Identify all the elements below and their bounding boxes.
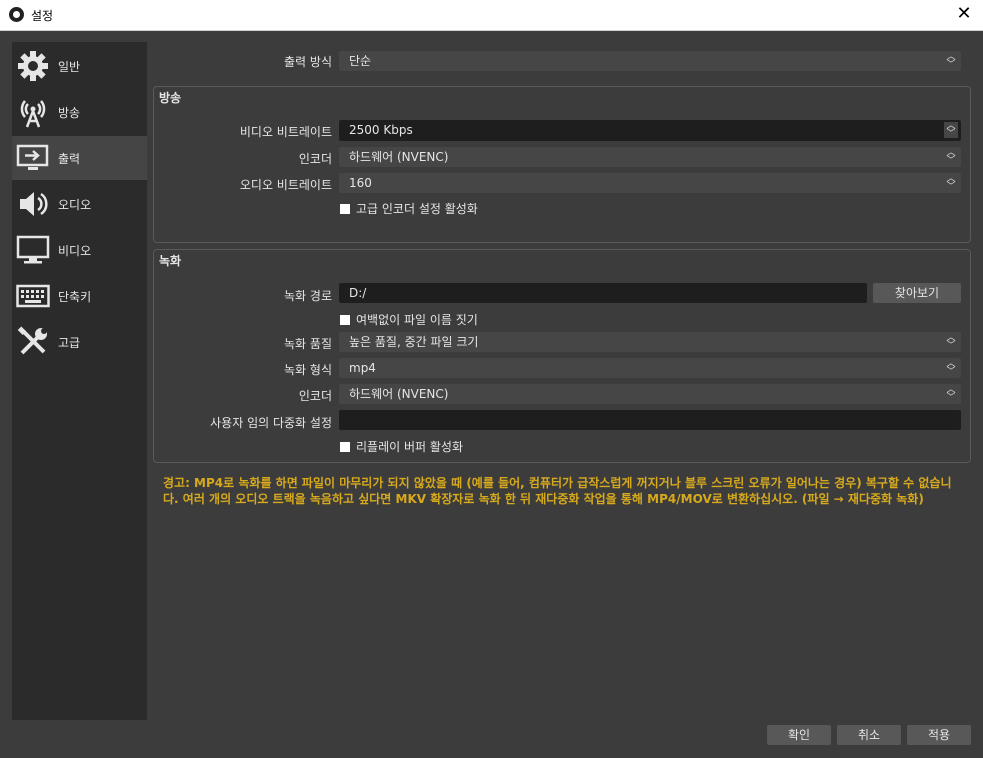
broadcast-icon [16,95,50,129]
no-space-filename-label: 여백없이 파일 이름 짓기 [356,313,478,327]
custom-muxer-input[interactable] [339,410,961,430]
output-mode-label: 출력 방식 [284,55,332,69]
output-mode-select[interactable]: 단순 ︿ ﹀ [339,51,961,71]
gear-icon [16,49,50,83]
recording-format-select[interactable]: mp4 ︿ ﹀ [339,358,961,378]
sidebar-item-label: 고급 [58,335,81,350]
title-bar: 설정 ✕ [0,0,983,31]
video-bitrate-label: 비디오 비트레이트 [239,125,332,139]
speaker-icon [16,187,50,221]
output-icon [16,141,50,175]
chevron-updown-icon: ︿ ﹀ [946,359,956,377]
audio-bitrate-value: 160 [349,176,372,190]
window-title: 설정 [31,9,54,23]
sidebar-item-label: 방송 [58,105,81,120]
chevron-updown-icon: ︿ ﹀ [946,174,956,192]
sidebar-item-advanced[interactable]: 고급 [12,320,147,364]
sidebar-item-label: 단축키 [58,289,92,304]
replay-buffer-label: 리플레이 버퍼 활성화 [356,440,463,454]
obs-logo-icon [9,7,24,22]
audio-bitrate-label: 오디오 비트레이트 [239,178,332,192]
settings-sidebar: 일반 방송 출력 오디오 비디오 단축키 고급 [12,42,147,720]
recording-quality-value: 높은 품질, 중간 파일 크기 [349,335,479,349]
replay-buffer-checkbox[interactable]: 리플레이 버퍼 활성화 [340,438,463,455]
close-icon[interactable]: ✕ [953,3,975,25]
output-mode-value: 단순 [349,54,372,68]
recording-path-label: 녹화 경로 [284,289,332,303]
checkbox-box[interactable] [340,314,350,325]
sidebar-item-hotkeys[interactable]: 단축키 [12,274,147,318]
ok-button[interactable]: 확인 [767,725,831,745]
stream-encoder-select[interactable]: 하드웨어 (NVENC) ︿ ﹀ [339,147,961,167]
chevron-updown-icon: ︿ ﹀ [946,148,956,166]
advanced-encoder-label: 고급 인코더 설정 활성화 [356,202,478,216]
recording-quality-select[interactable]: 높은 품질, 중간 파일 크기 ︿ ﹀ [339,332,961,352]
sidebar-item-stream[interactable]: 방송 [12,90,147,134]
recording-quality-label: 녹화 품질 [284,337,332,351]
spin-arrows-icon[interactable]: ︿ ﹀ [944,122,958,139]
sidebar-item-output[interactable]: 출력 [12,136,147,180]
recording-format-label: 녹화 형식 [284,363,332,377]
keyboard-icon [16,279,50,313]
recording-encoder-select[interactable]: 하드웨어 (NVENC) ︿ ﹀ [339,384,961,404]
advanced-encoder-checkbox[interactable]: 고급 인코더 설정 활성화 [340,200,478,217]
sidebar-item-general[interactable]: 일반 [12,44,147,88]
sidebar-item-label: 일반 [58,59,81,74]
sidebar-item-video[interactable]: 비디오 [12,228,147,272]
recording-path-value: D:/ [349,286,367,300]
custom-muxer-label: 사용자 임의 다중화 설정 [210,416,332,430]
stream-encoder-label: 인코더 [298,152,332,166]
recording-encoder-label: 인코더 [298,389,332,403]
sidebar-item-label: 오디오 [58,197,92,212]
checkbox-box[interactable] [340,203,350,214]
video-bitrate-value: 2500 Kbps [349,123,413,137]
stream-encoder-value: 하드웨어 (NVENC) [349,150,449,164]
checkbox-box[interactable] [340,441,350,452]
streaming-group-title: 방송 [159,91,182,105]
mp4-warning-text: 경고: MP4로 녹화를 하면 파일이 마무리가 되지 않았을 때 (예를 들어… [163,476,952,506]
recording-path-input[interactable]: D:/ [339,283,867,303]
chevron-updown-icon: ︿ ﹀ [946,333,956,351]
sidebar-item-label: 출력 [58,151,81,166]
chevron-updown-icon: ︿ ﹀ [946,52,956,70]
chevron-updown-icon: ︿ ﹀ [946,385,956,403]
audio-bitrate-select[interactable]: 160 ︿ ﹀ [339,173,961,193]
monitor-icon [16,233,50,267]
recording-format-value: mp4 [349,361,376,375]
cancel-button[interactable]: 취소 [837,725,901,745]
recording-encoder-value: 하드웨어 (NVENC) [349,387,449,401]
browse-button[interactable]: 찾아보기 [873,283,961,303]
sidebar-item-label: 비디오 [58,243,92,258]
sidebar-item-audio[interactable]: 오디오 [12,182,147,226]
no-space-filename-checkbox[interactable]: 여백없이 파일 이름 짓기 [340,311,478,328]
video-bitrate-spinbox[interactable]: 2500 Kbps ︿ ﹀ [339,120,961,141]
tools-icon [16,325,50,359]
recording-group-title: 녹화 [159,254,182,268]
apply-button[interactable]: 적용 [907,725,971,745]
